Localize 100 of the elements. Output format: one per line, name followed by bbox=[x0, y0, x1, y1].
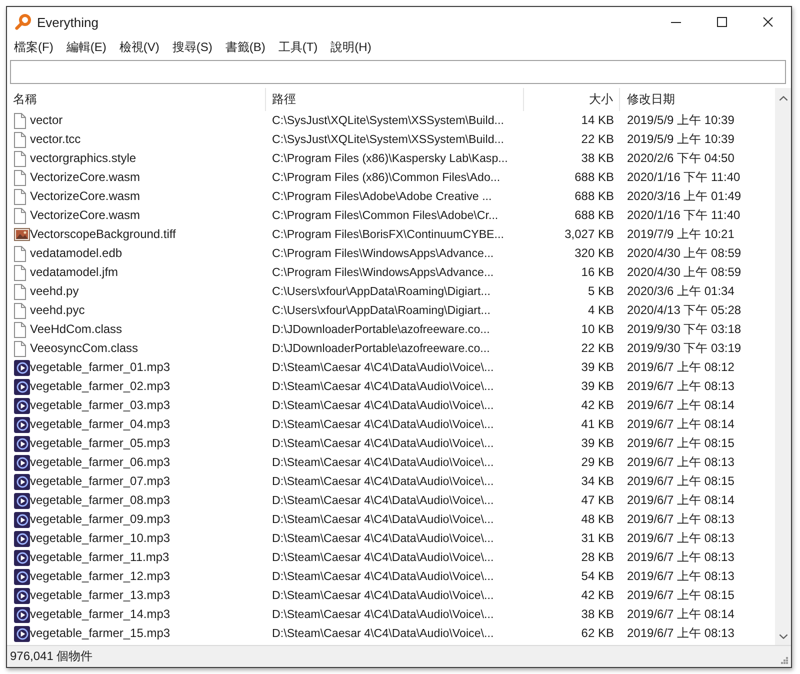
file-name: vegetable_farmer_11.mp3 bbox=[30, 550, 170, 565]
file-size: 54 KB bbox=[581, 569, 614, 584]
file-size: 34 KB bbox=[581, 474, 614, 489]
play-icon bbox=[14, 492, 30, 508]
modified-date: 2019/6/7 上午 08:15 bbox=[627, 588, 734, 603]
modified-date: 2020/4/30 上午 08:59 bbox=[627, 246, 742, 261]
caret-up-icon bbox=[778, 96, 788, 101]
file-name: vectorgraphics.style bbox=[30, 151, 136, 166]
play-icon bbox=[14, 550, 30, 566]
modified-date: 2019/9/30 下午 03:19 bbox=[627, 341, 742, 356]
file-name: vegetable_farmer_13.mp3 bbox=[30, 588, 170, 603]
file-name: vector bbox=[30, 113, 63, 128]
file-path: D:\Steam\Caesar 4\C4\Data\Audio\Voice\... bbox=[272, 379, 494, 394]
file-path: D:\Steam\Caesar 4\C4\Data\Audio\Voice\... bbox=[272, 398, 494, 413]
file-size: 10 KB bbox=[581, 322, 614, 337]
menu-item[interactable]: 書籤(B) bbox=[218, 38, 272, 57]
modified-date: 2019/6/7 上午 08:13 bbox=[627, 379, 734, 394]
file-name: vegetable_farmer_10.mp3 bbox=[30, 531, 170, 546]
file-size: 4 KB bbox=[588, 303, 614, 318]
modified-date: 2020/3/6 上午 01:34 bbox=[627, 284, 734, 299]
modified-date: 2019/6/7 上午 08:13 bbox=[627, 626, 734, 641]
file-path: C:\Program Files\WindowsApps\Advance... bbox=[272, 265, 494, 280]
caret-down-icon bbox=[778, 634, 788, 639]
menu-item[interactable]: 編輯(E) bbox=[59, 38, 112, 57]
file-name: VeeHdCom.class bbox=[30, 322, 122, 337]
file-name: vegetable_farmer_02.mp3 bbox=[30, 379, 170, 394]
play-icon bbox=[14, 588, 30, 604]
file-path: D:\Steam\Caesar 4\C4\Data\Audio\Voice\... bbox=[272, 588, 494, 603]
file-path: D:\Steam\Caesar 4\C4\Data\Audio\Voice\... bbox=[272, 569, 494, 584]
file-path: D:\Steam\Caesar 4\C4\Data\Audio\Voice\... bbox=[272, 455, 494, 470]
file-path: C:\Program Files (x86)\Common Files\Ado... bbox=[272, 170, 500, 185]
menu-item[interactable]: 檔案(F) bbox=[7, 38, 60, 57]
file-path: C:\Users\xfour\AppData\Roaming\Digiart... bbox=[272, 303, 490, 318]
file-size: 38 KB bbox=[581, 607, 614, 622]
file-name: vegetable_farmer_05.mp3 bbox=[30, 436, 170, 451]
menu-item[interactable]: 說明(H) bbox=[324, 38, 378, 57]
column-header[interactable]: 大小 bbox=[524, 88, 620, 111]
play-icon bbox=[14, 436, 30, 452]
file-icon bbox=[14, 170, 26, 186]
search-field[interactable] bbox=[10, 60, 786, 84]
modified-date: 2019/7/9 上午 10:21 bbox=[627, 227, 734, 242]
file-icon bbox=[14, 208, 26, 224]
file-name: VectorizeCore.wasm bbox=[30, 208, 140, 223]
play-icon bbox=[14, 360, 30, 376]
file-size: 41 KB bbox=[581, 417, 614, 432]
modified-date: 2019/6/7 上午 08:14 bbox=[627, 417, 734, 432]
column-header[interactable]: 路徑 bbox=[266, 88, 524, 111]
file-name: vedatamodel.edb bbox=[30, 246, 122, 261]
file-size: 22 KB bbox=[581, 132, 614, 147]
menu-item[interactable]: 檢視(V) bbox=[112, 38, 166, 57]
file-path: D:\Steam\Caesar 4\C4\Data\Audio\Voice\... bbox=[272, 607, 494, 622]
file-size: 62 KB bbox=[581, 626, 614, 641]
play-icon bbox=[14, 530, 30, 546]
play-icon bbox=[14, 568, 30, 584]
modified-date: 2020/1/16 下午 11:40 bbox=[627, 170, 740, 185]
file-icon bbox=[14, 340, 26, 356]
file-size: 48 KB bbox=[581, 512, 614, 527]
file-size: 47 KB bbox=[581, 493, 614, 508]
file-size: 39 KB bbox=[581, 379, 614, 394]
file-icon bbox=[14, 150, 26, 166]
file-name: vegetable_farmer_03.mp3 bbox=[30, 398, 170, 413]
file-name: vegetable_farmer_01.mp3 bbox=[30, 360, 170, 375]
file-path: D:\Steam\Caesar 4\C4\Data\Audio\Voice\... bbox=[272, 360, 494, 375]
column-header[interactable]: 名稱 bbox=[7, 88, 266, 111]
modified-date: 2019/9/30 下午 03:18 bbox=[627, 322, 742, 337]
maximize-icon bbox=[717, 17, 727, 27]
file-size: 3,027 KB bbox=[564, 227, 614, 242]
file-name: vegetable_farmer_15.mp3 bbox=[30, 626, 170, 641]
file-icon bbox=[14, 264, 26, 280]
close-icon bbox=[763, 17, 773, 27]
file-path: D:\Steam\Caesar 4\C4\Data\Audio\Voice\... bbox=[272, 626, 494, 641]
modified-date: 2019/6/7 上午 08:14 bbox=[627, 607, 734, 622]
modified-date: 2019/6/7 上午 08:12 bbox=[627, 360, 734, 375]
file-size: 42 KB bbox=[581, 398, 614, 413]
modified-date: 2019/6/7 上午 08:13 bbox=[627, 550, 734, 565]
file-path: D:\Steam\Caesar 4\C4\Data\Audio\Voice\... bbox=[272, 493, 494, 508]
file-name: vegetable_farmer_14.mp3 bbox=[30, 607, 170, 622]
modified-date: 2019/5/9 上午 10:39 bbox=[627, 113, 734, 128]
file-name: vegetable_farmer_06.mp3 bbox=[30, 455, 170, 470]
file-size: 42 KB bbox=[581, 588, 614, 603]
scrollbar[interactable] bbox=[775, 88, 791, 645]
file-size: 22 KB bbox=[581, 341, 614, 356]
column-header[interactable]: 修改日期 bbox=[620, 88, 775, 111]
menu-item[interactable]: 搜尋(S) bbox=[165, 38, 218, 57]
file-name: vegetable_farmer_08.mp3 bbox=[30, 493, 170, 508]
file-name: VectorizeCore.wasm bbox=[30, 170, 140, 185]
modified-date: 2019/6/7 上午 08:13 bbox=[627, 531, 734, 546]
file-path: D:\JDownloaderPortable\azofreeware.co... bbox=[272, 322, 490, 337]
window-title: Everything bbox=[37, 14, 98, 30]
file-size: 688 KB bbox=[574, 170, 614, 185]
menu-item[interactable]: 工具(T) bbox=[271, 38, 324, 57]
modified-date: 2019/6/7 上午 08:14 bbox=[627, 398, 734, 413]
file-path: D:\Steam\Caesar 4\C4\Data\Audio\Voice\... bbox=[272, 417, 494, 432]
modified-date: 2020/3/16 上午 01:49 bbox=[627, 189, 742, 204]
file-size: 688 KB bbox=[574, 208, 614, 223]
play-icon bbox=[14, 626, 30, 642]
file-size: 39 KB bbox=[581, 436, 614, 451]
modified-date: 2019/6/7 上午 08:14 bbox=[627, 493, 734, 508]
file-name: vector.tcc bbox=[30, 132, 81, 147]
file-name: vegetable_farmer_12.mp3 bbox=[30, 569, 170, 584]
